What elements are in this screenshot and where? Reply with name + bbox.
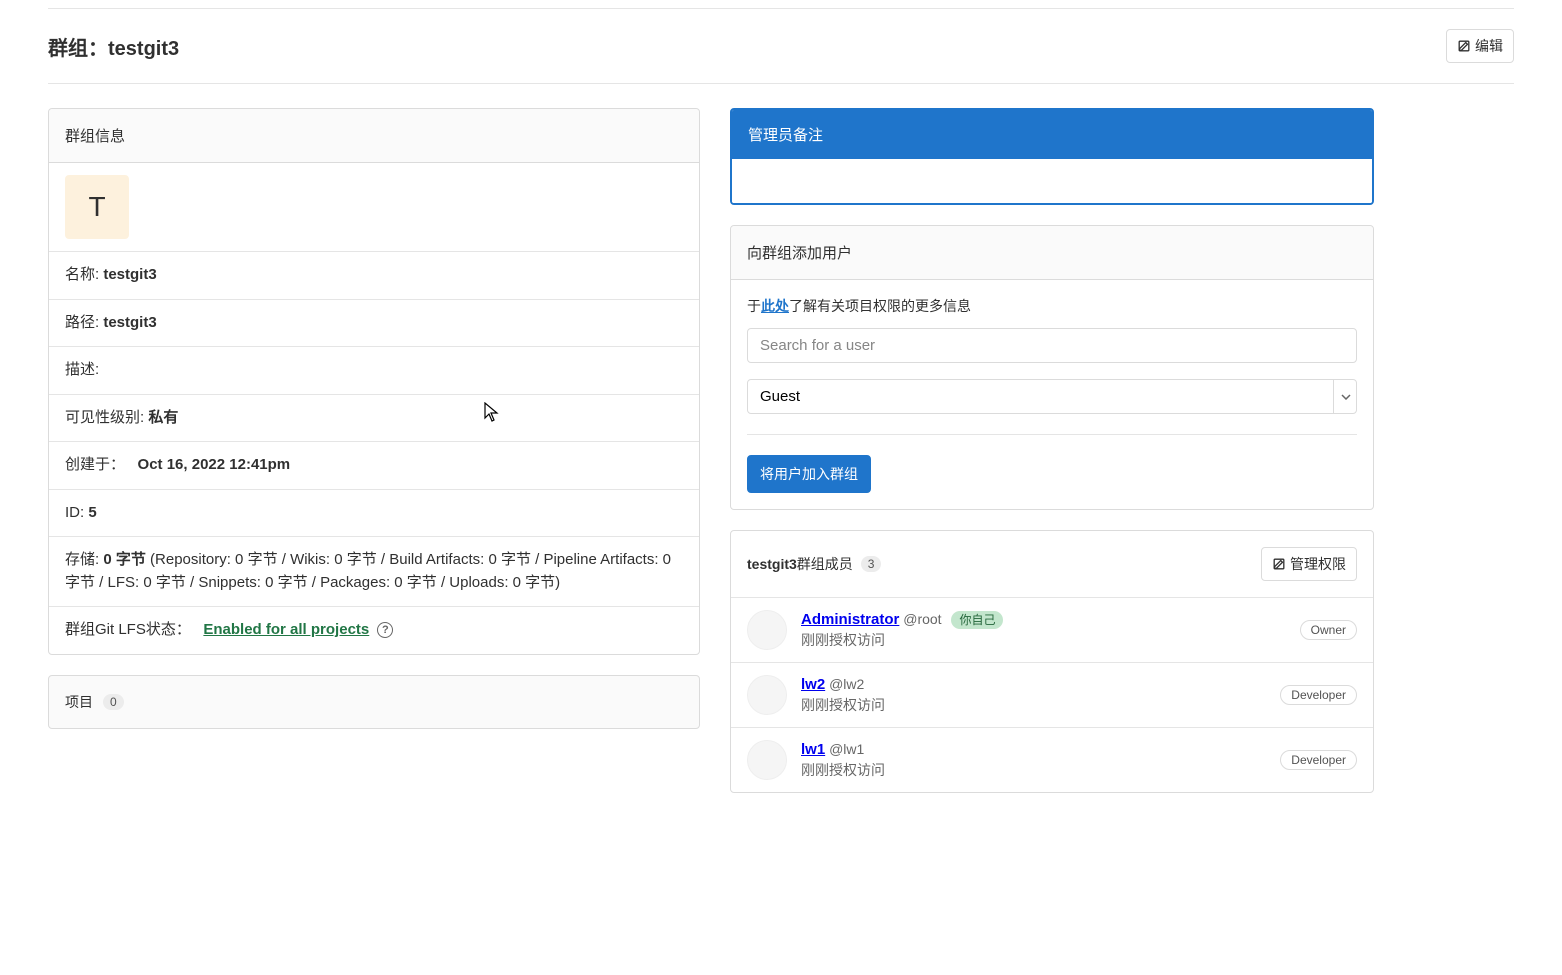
member-name-link[interactable]: lw1 — [801, 741, 825, 758]
pencil-icon — [1457, 39, 1471, 53]
add-user-header: 向群组添加用户 — [731, 226, 1373, 280]
info-id: ID: 5 — [49, 490, 699, 538]
self-label: 你自己 — [951, 611, 1003, 629]
add-user-submit-button[interactable]: 将用户加入群组 — [747, 455, 871, 493]
manage-permissions-button[interactable]: 管理权限 — [1261, 547, 1357, 581]
member-handle: @lw1 — [829, 741, 864, 757]
help-icon[interactable]: ? — [377, 622, 393, 638]
info-description: 描述: — [49, 347, 699, 395]
member-role: Developer — [1280, 750, 1357, 770]
info-storage: 存储: 0 字节 (Repository: 0 字节 / Wikis: 0 字节… — [49, 537, 699, 607]
info-name: 名称: testgit3 — [49, 252, 699, 300]
member-handle: @root — [903, 611, 941, 627]
member-avatar — [747, 675, 787, 715]
admin-notes-header: 管理员备注 — [732, 110, 1372, 159]
pencil-icon — [1272, 557, 1286, 571]
projects-count: 0 — [103, 694, 124, 710]
member-avatar — [747, 610, 787, 650]
title-prefix: 群组： — [48, 38, 108, 60]
permissions-info: 于此处了解有关项目权限的更多信息 — [747, 296, 1357, 316]
member-row: lw1 @lw1 刚刚授权访问 Developer — [731, 727, 1373, 792]
edit-label: 编辑 — [1475, 36, 1503, 56]
add-user-card: 向群组添加用户 于此处了解有关项目权限的更多信息 Guest 将用户加入群组 — [730, 225, 1374, 510]
edit-button[interactable]: 编辑 — [1446, 29, 1514, 63]
member-role: Owner — [1300, 620, 1357, 640]
lfs-status-link[interactable]: Enabled for all projects — [203, 621, 369, 638]
member-handle: @lw2 — [829, 676, 864, 692]
admin-notes-card: 管理员备注 — [730, 108, 1374, 205]
info-path: 路径: testgit3 — [49, 300, 699, 348]
projects-label: 项目 — [65, 692, 93, 712]
group-info-card: 群组信息 T 名称: testgit3 路径: testgit3 描述: 可见性… — [48, 108, 700, 655]
admin-notes-body — [732, 159, 1372, 203]
member-name-link[interactable]: lw2 — [801, 676, 825, 693]
group-name: testgit3 — [108, 38, 179, 60]
group-info-header: 群组信息 — [49, 109, 699, 163]
member-access: 刚刚授权访问 — [801, 760, 1280, 780]
members-count: 3 — [861, 556, 882, 572]
info-lfs: 群组Git LFS状态： Enabled for all projects ? — [49, 607, 699, 654]
member-role: Developer — [1280, 685, 1357, 705]
member-avatar — [747, 740, 787, 780]
group-avatar: T — [65, 175, 129, 239]
projects-card: 项目 0 — [48, 675, 700, 729]
user-search-input[interactable] — [747, 328, 1357, 363]
member-row: Administrator @root 你自己 刚刚授权访问 Owner — [731, 597, 1373, 662]
info-visibility: 可见性级别: 私有 — [49, 395, 699, 443]
member-row: lw2 @lw2 刚刚授权访问 Developer — [731, 662, 1373, 727]
page-title: 群组：testgit3 — [48, 32, 179, 61]
permissions-link[interactable]: 此处 — [761, 298, 789, 314]
members-title: testgit3群组成员 3 — [747, 554, 881, 574]
member-name-link[interactable]: Administrator — [801, 611, 899, 628]
info-created: 创建于： Oct 16, 2022 12:41pm — [49, 442, 699, 490]
role-select[interactable]: Guest — [747, 379, 1357, 414]
members-card: testgit3群组成员 3 管理权限 Administrator @root … — [730, 530, 1374, 793]
member-access: 刚刚授权访问 — [801, 630, 1300, 650]
member-access: 刚刚授权访问 — [801, 695, 1280, 715]
